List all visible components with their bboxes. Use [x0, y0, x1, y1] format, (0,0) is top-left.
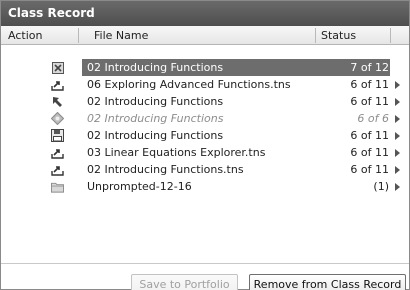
quick-poll-icon: [51, 112, 64, 125]
expand-arrow-icon[interactable]: [395, 178, 403, 195]
save-disk-icon: [51, 129, 64, 142]
table-row[interactable]: 02 Introducing Functions 7 of 12: [1, 59, 409, 76]
status-count: (1): [373, 180, 389, 193]
remove-from-class-record-button[interactable]: Remove from Class Record: [249, 274, 406, 290]
expand-arrow-icon[interactable]: [395, 161, 403, 178]
file-list: 02 Introducing Functions 7 of 12 06 Explor…: [1, 59, 409, 195]
file-name: 02 Introducing Functions: [87, 61, 224, 74]
status-count: 6 of 11: [350, 78, 389, 91]
status-count: 6 of 11: [350, 146, 389, 159]
expand-arrow-icon[interactable]: [395, 76, 403, 93]
table-row[interactable]: 02 Introducing Functions 6 of 6: [1, 110, 409, 127]
table-row[interactable]: 06 Exploring Advanced Functions.tns 6 of …: [1, 76, 409, 93]
file-name: 03 Linear Equations Explorer.tns: [87, 146, 266, 159]
collected-icon: [51, 61, 64, 74]
column-divider: [78, 28, 79, 43]
button-bar: Save to Portfolio Remove from Class Reco…: [1, 263, 409, 290]
folder-icon: [51, 180, 64, 193]
column-divider: [315, 28, 316, 43]
expand-arrow-icon[interactable]: [395, 144, 403, 161]
file-name: 02 Introducing Functions.tns: [87, 163, 244, 176]
table-row[interactable]: 02 Introducing Functions.tns 6 of 11: [1, 161, 409, 178]
file-name: 02 Introducing Functions: [87, 95, 224, 108]
expand-arrow-icon[interactable]: [395, 110, 403, 127]
sent-tray-icon: [51, 146, 64, 159]
column-header-status[interactable]: Status: [321, 26, 356, 45]
panel-title: Class Record: [1, 1, 409, 26]
file-name: 02 Introducing Functions: [87, 112, 224, 125]
class-record-panel: Class Record Action File Name Status 02 …: [0, 0, 410, 290]
column-header-bar: Action File Name Status: [1, 26, 409, 45]
column-divider: [390, 28, 391, 43]
file-name: 02 Introducing Functions: [87, 129, 224, 142]
table-row[interactable]: 02 Introducing Functions 6 of 11: [1, 93, 409, 110]
table-row[interactable]: 02 Introducing Functions 6 of 11: [1, 127, 409, 144]
collect-arrow-icon: [51, 95, 64, 108]
status-count: 6 of 11: [350, 163, 389, 176]
save-to-portfolio-button[interactable]: Save to Portfolio: [131, 274, 238, 290]
status-count: 7 of 12: [350, 61, 389, 74]
column-header-action[interactable]: Action: [8, 26, 42, 45]
status-count: 6 of 6: [357, 112, 389, 125]
table-row[interactable]: Unprompted-12-16 (1): [1, 178, 409, 195]
expand-arrow-icon[interactable]: [395, 127, 403, 144]
file-name: Unprompted-12-16: [87, 180, 192, 193]
expand-arrow-icon[interactable]: [395, 93, 403, 110]
status-count: 6 of 11: [350, 129, 389, 142]
table-row[interactable]: 03 Linear Equations Explorer.tns 6 of 11: [1, 144, 409, 161]
column-header-file-name[interactable]: File Name: [94, 26, 148, 45]
sent-tray-icon: [51, 78, 64, 91]
file-name: 06 Exploring Advanced Functions.tns: [87, 78, 291, 91]
sent-tray-icon: [51, 163, 64, 176]
status-count: 6 of 11: [350, 95, 389, 108]
